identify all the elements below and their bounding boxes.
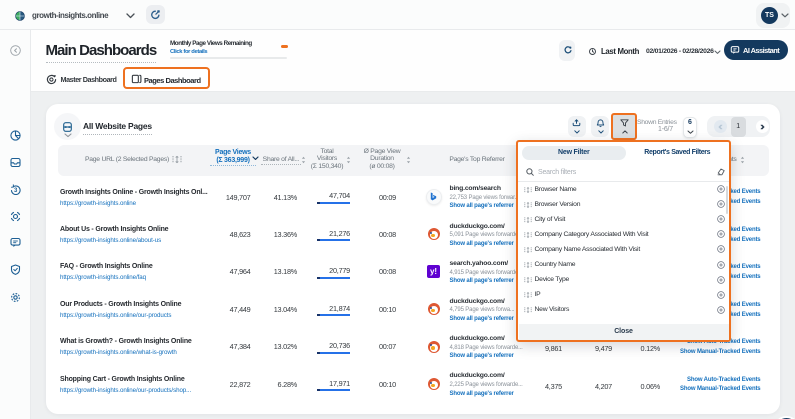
svg-text:3: 3 [14, 188, 18, 194]
